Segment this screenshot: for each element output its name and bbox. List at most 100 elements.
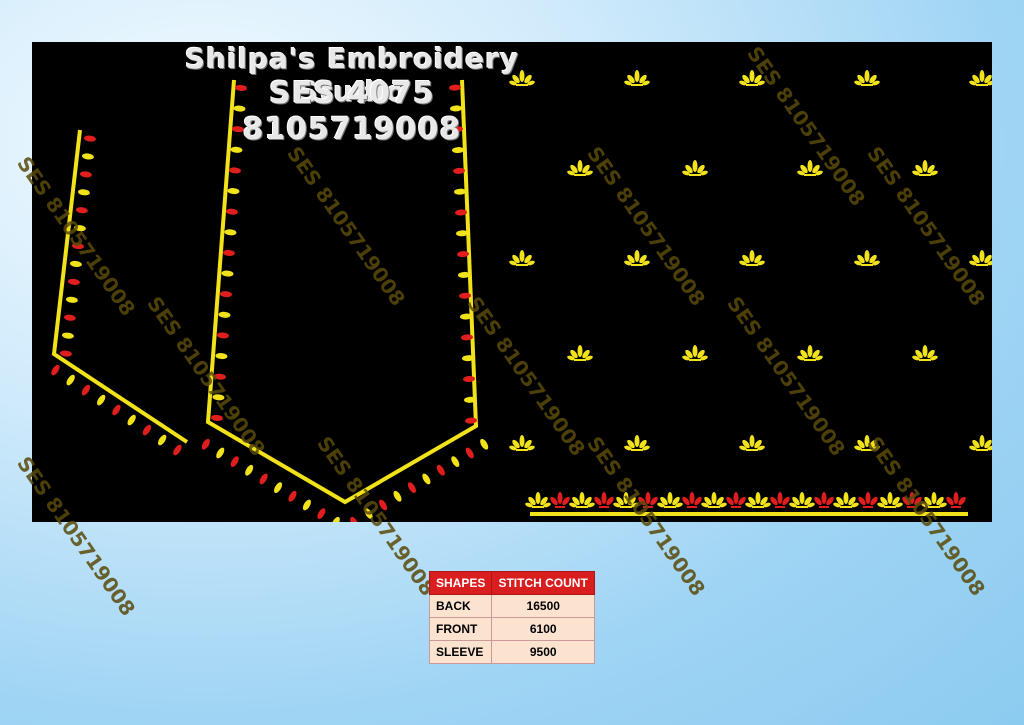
front-motif bbox=[452, 167, 466, 175]
count-cell: 6100 bbox=[491, 617, 595, 641]
embroidery-design-canvas: SES 8105719008 SES 8105719008 SES 810571… bbox=[12, 42, 992, 620]
border-motif bbox=[592, 492, 616, 508]
butti-motif bbox=[623, 70, 651, 87]
sleeve-motif bbox=[156, 433, 168, 447]
border-motif bbox=[832, 492, 860, 509]
front-motif bbox=[406, 480, 418, 495]
front-motif bbox=[286, 489, 299, 503]
border-motif bbox=[788, 492, 816, 509]
design-code: SES 4075 bbox=[269, 76, 435, 111]
border-motif bbox=[856, 492, 880, 508]
sleeve-motif bbox=[61, 331, 75, 340]
count-cell: 16500 bbox=[491, 594, 595, 618]
butti-motif bbox=[796, 345, 824, 362]
sleeve-motif bbox=[83, 134, 97, 143]
front-motif bbox=[464, 446, 476, 460]
sleeve-motif bbox=[95, 393, 107, 407]
front-motif bbox=[200, 437, 212, 451]
shape-cell: FRONT bbox=[428, 617, 493, 641]
butti-motif bbox=[566, 345, 594, 362]
front-motif bbox=[243, 463, 255, 477]
design-artwork bbox=[49, 70, 992, 522]
front-motif bbox=[272, 480, 284, 495]
butti-motif bbox=[911, 345, 939, 362]
front-motif bbox=[221, 270, 234, 277]
border-motif bbox=[524, 492, 552, 509]
front-motif bbox=[214, 446, 226, 460]
border-motif bbox=[724, 492, 748, 508]
border-motif bbox=[768, 492, 792, 508]
sleeve-motif bbox=[67, 278, 81, 286]
front-motif bbox=[451, 146, 465, 154]
header-stitch-count: STITCH COUNT bbox=[491, 571, 595, 595]
front-motif bbox=[215, 352, 228, 360]
butti-motif bbox=[508, 435, 536, 452]
sleeve-motif bbox=[80, 383, 92, 397]
sleeve-motif bbox=[75, 206, 89, 214]
header-shapes: SHAPES bbox=[428, 571, 493, 595]
butti-motif bbox=[968, 70, 992, 87]
table-header-row: SHAPES STITCH COUNT bbox=[428, 571, 595, 595]
sleeve-motif bbox=[81, 152, 95, 161]
table-row: FRONT 6100 bbox=[428, 617, 595, 641]
shape-cell: BACK bbox=[428, 594, 493, 618]
front-motif bbox=[420, 472, 433, 486]
front-motif bbox=[218, 311, 231, 319]
sleeve-motif bbox=[171, 443, 184, 457]
sleeve-motif bbox=[79, 170, 93, 179]
border-motif bbox=[700, 492, 728, 509]
sleeve-motif bbox=[59, 349, 73, 358]
front-motif bbox=[228, 167, 242, 174]
front-motif bbox=[225, 208, 239, 216]
front-motif bbox=[229, 454, 241, 469]
border-motif bbox=[680, 492, 704, 508]
border-motif bbox=[656, 492, 684, 509]
butti-motif bbox=[681, 345, 709, 362]
butti-motif bbox=[508, 250, 536, 267]
front-motif bbox=[301, 498, 313, 512]
sleeve-motif bbox=[64, 373, 77, 387]
butti-motif bbox=[968, 250, 992, 267]
butti-motif bbox=[911, 160, 939, 177]
front-motif bbox=[315, 506, 328, 521]
front-motif bbox=[224, 228, 237, 236]
border-motif bbox=[944, 492, 968, 508]
stitch-count-table: SHAPES STITCH COUNT BACK 16500 FRONT 610… bbox=[428, 571, 595, 664]
border-motif bbox=[744, 492, 772, 509]
count-cell: 9500 bbox=[491, 640, 595, 664]
front-motif bbox=[222, 249, 236, 257]
table-row: SLEEVE 9500 bbox=[428, 640, 595, 664]
sleeve-motif bbox=[110, 403, 123, 417]
sleeve-motif bbox=[125, 413, 138, 427]
butti-motif bbox=[853, 250, 881, 267]
butti-motif bbox=[681, 160, 709, 177]
front-motif bbox=[230, 146, 243, 154]
front-motif bbox=[478, 437, 490, 451]
butti-motif bbox=[738, 435, 766, 452]
front-motif bbox=[216, 332, 230, 339]
sleeve-motif bbox=[141, 423, 153, 437]
front-motif bbox=[257, 472, 270, 486]
phone-number: 8105719008 bbox=[242, 112, 462, 147]
table-row: BACK 16500 bbox=[428, 594, 595, 618]
sleeve-motif bbox=[63, 314, 77, 322]
front-motif bbox=[453, 188, 467, 195]
front-motif bbox=[227, 187, 240, 195]
sleeve-motif bbox=[65, 296, 79, 304]
border-motif bbox=[548, 492, 572, 508]
sleeve-motif bbox=[77, 188, 91, 196]
border-motif bbox=[568, 492, 596, 509]
border-motif bbox=[812, 492, 836, 508]
butti-motif bbox=[623, 435, 651, 452]
front-motif bbox=[449, 454, 461, 469]
front-motif bbox=[219, 290, 233, 298]
butti-motif bbox=[738, 250, 766, 267]
front-motif bbox=[391, 489, 404, 503]
butti-motif bbox=[853, 70, 881, 87]
shape-cell: SLEEVE bbox=[428, 640, 493, 664]
butti-motif bbox=[968, 435, 992, 452]
front-motif bbox=[435, 463, 447, 477]
sleeve-motif bbox=[49, 363, 62, 377]
front-motif bbox=[330, 515, 342, 522]
front-motif bbox=[348, 515, 360, 522]
